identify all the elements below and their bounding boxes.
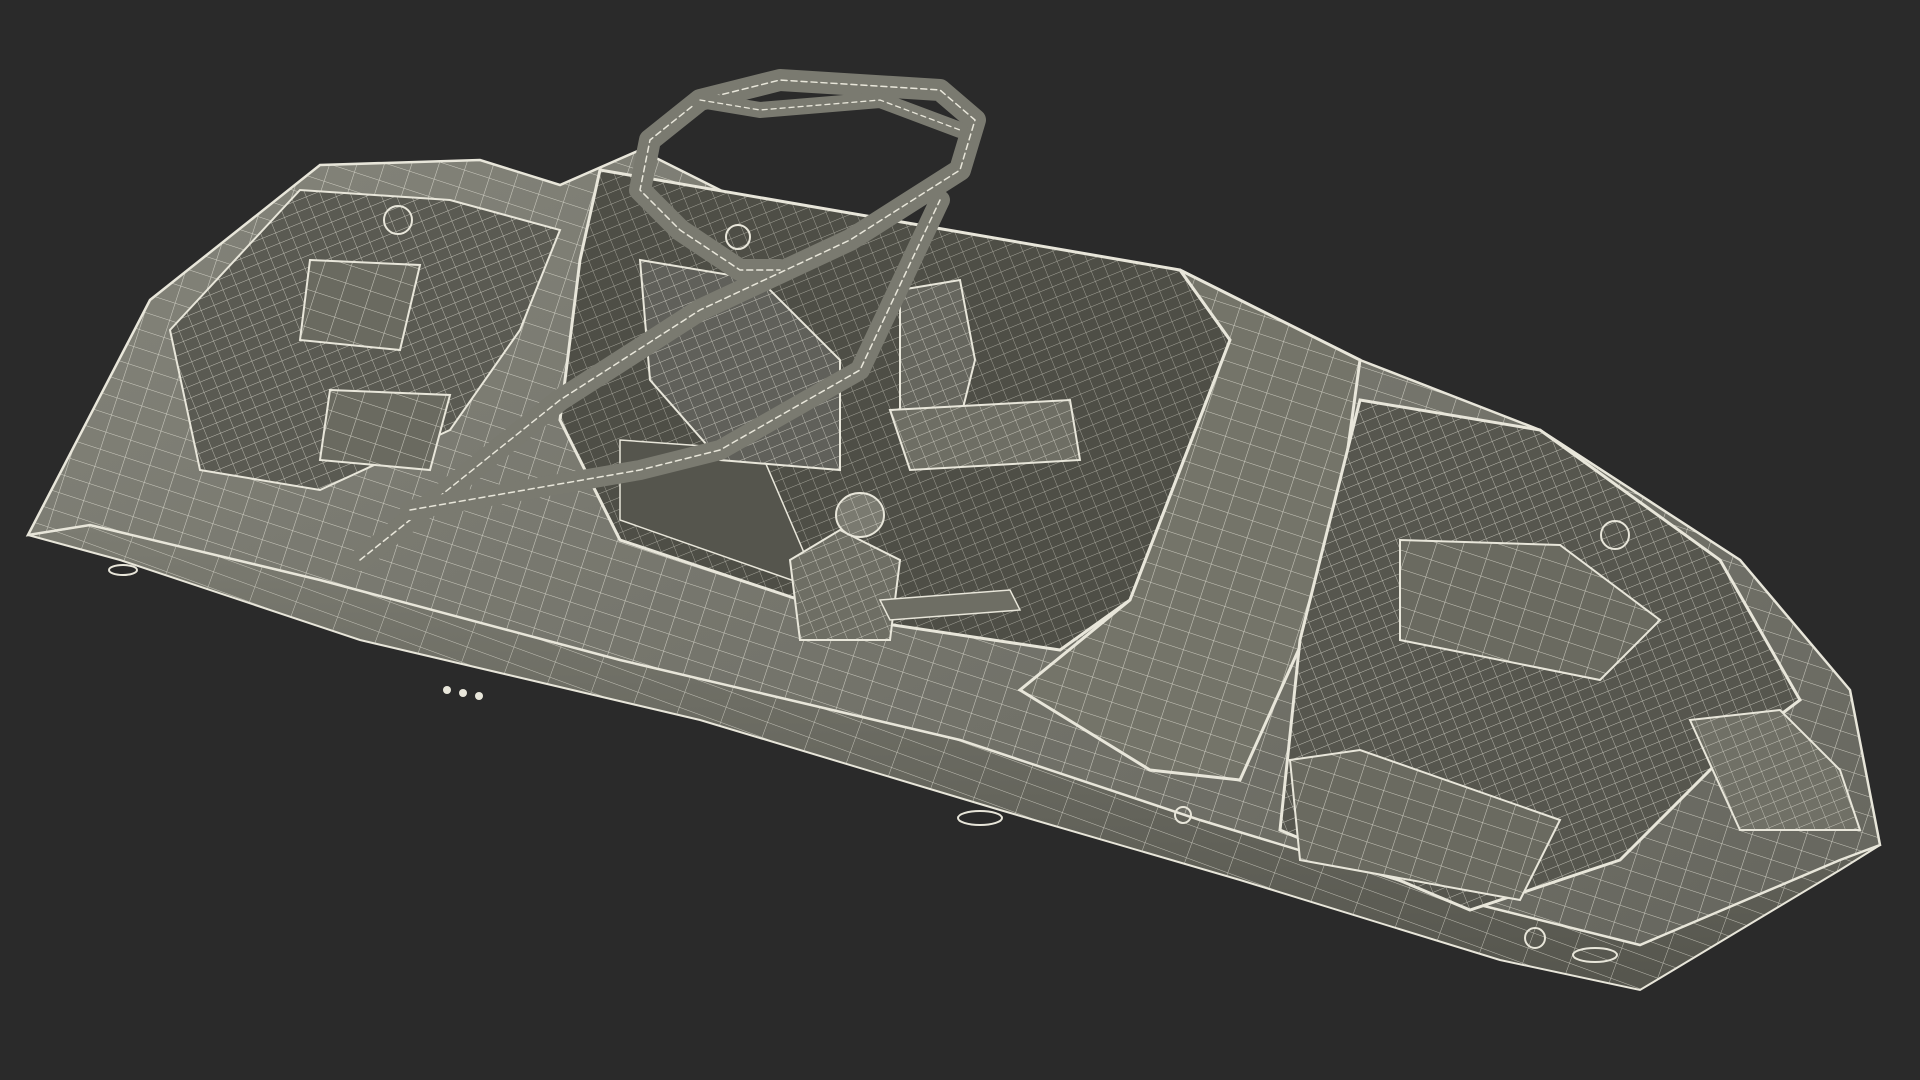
- boat-wireframe-render: [25, 69, 1882, 992]
- hull-light: [475, 692, 483, 700]
- hull-light: [443, 686, 451, 694]
- hull-vent: [108, 564, 138, 576]
- hull-vent: [957, 810, 1003, 826]
- render-viewport: [0, 0, 1920, 1080]
- hull-group: [25, 69, 1882, 992]
- hull-light: [459, 689, 467, 697]
